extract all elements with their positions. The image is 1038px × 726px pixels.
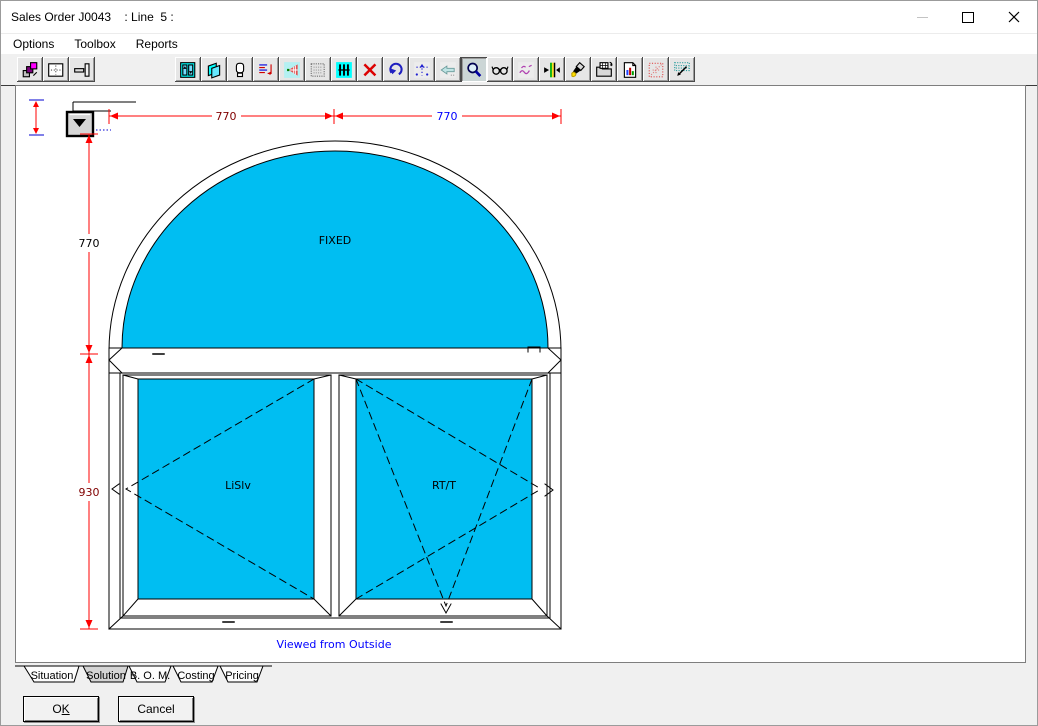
toolbar xyxy=(1,54,1037,86)
end-profile-icon xyxy=(73,61,91,79)
delete-button[interactable] xyxy=(357,57,383,82)
arch-pane-label: FIXED xyxy=(319,234,352,247)
undo-icon xyxy=(387,61,405,79)
glazing-button[interactable] xyxy=(201,57,227,82)
tab-pricing[interactable]: Pricing xyxy=(220,666,263,682)
insert-mesh-button[interactable] xyxy=(279,57,305,82)
align-arrows-button[interactable] xyxy=(539,57,565,82)
zoom-button[interactable] xyxy=(461,57,487,82)
specification-list-button[interactable] xyxy=(253,57,279,82)
dimension-points-button[interactable] xyxy=(409,57,435,82)
tab-strip: Situation Solution B. O. M. Costing Pric… xyxy=(15,665,315,686)
arch-pane[interactable] xyxy=(122,151,548,348)
selection-grid-button[interactable] xyxy=(43,57,69,82)
paint-brush-button[interactable] xyxy=(565,57,591,82)
end-profile-button[interactable] xyxy=(69,57,95,82)
right-pane-label: RT/T xyxy=(432,479,456,492)
drawing-canvas: FIXED LiSlv RT/T xyxy=(15,85,1026,663)
report-chart-button[interactable] xyxy=(617,57,643,82)
panel-icon xyxy=(309,61,327,79)
grid-red-icon xyxy=(647,61,665,79)
menu-toolbox[interactable]: Toolbox xyxy=(64,35,125,53)
left-pane-label: LiSlv xyxy=(225,479,251,492)
window-drawing: FIXED LiSlv RT/T xyxy=(109,141,561,629)
panel-button[interactable] xyxy=(305,57,331,82)
bars-icon xyxy=(335,61,353,79)
cascade-items-icon xyxy=(21,61,39,79)
toolbar-group-gap xyxy=(95,69,175,70)
specification-list-icon xyxy=(257,61,275,79)
grid-teal-icon xyxy=(673,61,691,79)
shift-left-icon xyxy=(439,61,457,79)
cancel-button[interactable]: Cancel xyxy=(118,696,194,722)
bars-button[interactable] xyxy=(331,57,357,82)
title-bar: Sales Order J0043 : Line 5 : xyxy=(1,1,1037,34)
grid-teal-button[interactable] xyxy=(669,57,695,82)
svg-text:Situation: Situation xyxy=(31,670,74,682)
vent-icon xyxy=(231,61,249,79)
window-controls xyxy=(899,1,1037,33)
tab-bom[interactable]: B. O. M. xyxy=(129,666,171,682)
svg-text:Costing: Costing xyxy=(177,670,214,682)
maximize-button[interactable] xyxy=(945,1,991,33)
undo-button[interactable] xyxy=(383,57,409,82)
paint-brush-icon xyxy=(569,61,587,79)
view-glasses-button[interactable] xyxy=(487,57,513,82)
maximize-icon xyxy=(962,12,974,23)
annotate-icon xyxy=(517,61,535,79)
vent-button[interactable] xyxy=(227,57,253,82)
dimension-top-right[interactable]: 770 xyxy=(437,110,458,123)
export-grid-button[interactable] xyxy=(591,57,617,82)
zoom-icon xyxy=(465,61,483,79)
minimize-button[interactable] xyxy=(899,1,945,33)
dimension-points-icon xyxy=(413,61,431,79)
view-glasses-icon xyxy=(491,61,509,79)
align-arrows-icon xyxy=(543,61,561,79)
tab-situation[interactable]: Situation xyxy=(24,666,79,682)
app-window: Sales Order J0043 : Line 5 : Options Too… xyxy=(0,0,1038,726)
selection-grid-icon xyxy=(47,61,65,79)
close-icon xyxy=(1008,11,1020,23)
minimize-icon xyxy=(917,17,928,18)
menu-bar: Options Toolbox Reports xyxy=(1,34,1037,54)
menu-options[interactable]: Options xyxy=(3,35,64,53)
frame-editor-button[interactable] xyxy=(175,57,201,82)
dimension-top-left[interactable]: 770 xyxy=(216,110,237,123)
report-chart-icon xyxy=(621,61,639,79)
menu-reports[interactable]: Reports xyxy=(126,35,188,53)
glazing-icon xyxy=(205,61,223,79)
insert-mesh-icon xyxy=(283,61,301,79)
export-grid-icon xyxy=(595,61,613,79)
delete-icon xyxy=(361,61,379,79)
svg-text:Solution: Solution xyxy=(86,670,126,682)
dimension-left-upper[interactable]: 770 xyxy=(79,237,100,250)
view-caption: Viewed from Outside xyxy=(277,638,392,651)
tab-costing[interactable]: Costing xyxy=(173,666,218,682)
dimension-left-lower[interactable]: 930 xyxy=(79,486,100,499)
ok-button[interactable]: OK xyxy=(23,696,99,722)
dimension-style-widget xyxy=(29,100,136,136)
frame-editor-icon xyxy=(179,61,197,79)
tab-solution[interactable]: Solution xyxy=(83,666,128,682)
svg-text:B. O. M.: B. O. M. xyxy=(130,670,170,682)
window-title: Sales Order J0043 : Line 5 : xyxy=(1,10,174,24)
grid-red-button[interactable] xyxy=(643,57,669,82)
close-button[interactable] xyxy=(991,1,1037,33)
svg-text:Pricing: Pricing xyxy=(225,670,259,682)
shift-left-button[interactable] xyxy=(435,57,461,82)
annotate-button[interactable] xyxy=(513,57,539,82)
dimension-style-dropdown[interactable] xyxy=(67,112,93,136)
cascade-items-button[interactable] xyxy=(17,57,43,82)
